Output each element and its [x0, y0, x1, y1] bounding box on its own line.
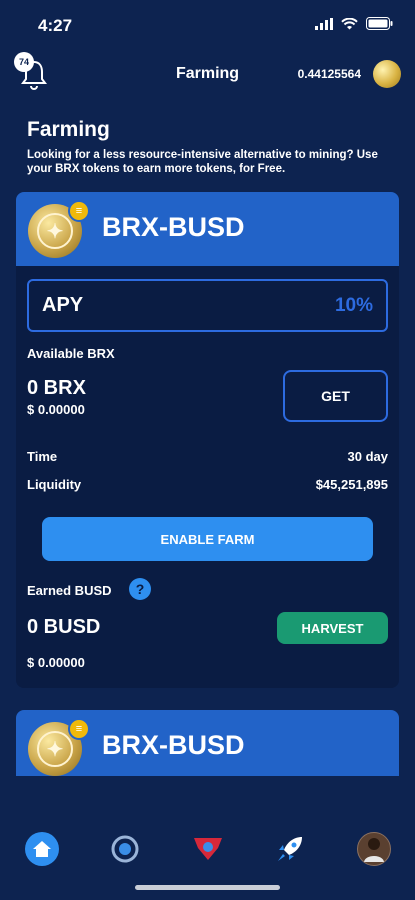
home-glyph-icon	[33, 841, 51, 857]
busd-badge-icon: ≡	[68, 200, 90, 222]
busd-badge-icon: ≡	[68, 718, 90, 740]
farm-card: ✦ ≡ BRX-BUSD	[16, 710, 399, 776]
page-title: Farming	[27, 118, 110, 141]
page-description: Looking for a less resource-intensive al…	[27, 149, 378, 175]
liquidity-value: $45,251,895	[315, 476, 388, 492]
farm-pair-name: BRX-BUSD	[102, 730, 245, 760]
harvest-button[interactable]: HARVEST	[277, 612, 388, 644]
time-label: Time	[27, 448, 58, 464]
hero-badge-icon[interactable]	[191, 832, 225, 866]
shield-glyph-icon	[194, 838, 222, 860]
farm-card: ✦ ≡ BRX-BUSD APY 10% Available BRX 0 BRX…	[16, 192, 399, 688]
signal-icon	[315, 17, 333, 30]
wifi-icon	[341, 17, 358, 29]
available-amount: 0 BRX	[27, 377, 86, 399]
liquidity-row: Liquidity $45,251,895	[16, 470, 399, 498]
status-time: 4:27	[38, 16, 73, 35]
notification-badge: 74	[14, 52, 34, 72]
farm-card-header: ✦ ≡ BRX-BUSD	[16, 192, 399, 266]
brx-emblem-icon: ✦	[37, 213, 73, 249]
profile-avatar[interactable]	[357, 832, 391, 866]
home-indicator	[135, 885, 280, 890]
earned-usd: $ 0.00000	[27, 655, 85, 670]
help-icon[interactable]: ?	[129, 578, 151, 600]
farming-intro: Farming Looking for a less resource-inte…	[27, 118, 397, 176]
earned-label: Earned BUSD	[27, 583, 112, 598]
exchange-icon[interactable]	[108, 832, 142, 866]
exchange-glyph-icon	[111, 835, 139, 863]
brx-emblem-icon: ✦	[37, 731, 73, 767]
farm-card-header: ✦ ≡ BRX-BUSD	[16, 710, 399, 776]
home-icon[interactable]	[25, 832, 59, 866]
available-label: Available BRX	[27, 346, 115, 361]
earned-amount: 0 BUSD	[27, 616, 101, 638]
bottom-nav	[0, 820, 415, 880]
earned-section: Earned BUSD ? 0 BUSD $ 0.00000 HARVEST	[16, 561, 399, 681]
available-section: Available BRX 0 BRX $ 0.00000 GET	[16, 332, 399, 442]
get-button[interactable]: GET	[283, 370, 388, 422]
avatar-glyph-icon	[364, 838, 384, 862]
token-balance: 0.44125564	[297, 67, 361, 81]
apy-box: APY 10%	[27, 279, 388, 332]
rocket-icon[interactable]	[273, 832, 307, 866]
top-header: Farming 0.44125564	[0, 50, 415, 100]
battery-icon	[366, 17, 393, 30]
apy-label: APY	[42, 294, 84, 316]
enable-farm-button[interactable]: ENABLE FARM	[42, 517, 373, 561]
status-icons	[315, 17, 393, 30]
apy-value: 10%	[334, 294, 373, 316]
rocket-glyph-icon	[278, 837, 302, 861]
available-usd: $ 0.00000	[27, 402, 85, 417]
farm-pair-name: BRX-BUSD	[102, 212, 245, 242]
brx-coin-icon	[373, 60, 401, 88]
time-row: Time 30 day	[16, 442, 399, 470]
time-value: 30 day	[347, 448, 388, 464]
status-bar: 4:27	[0, 0, 415, 50]
liquidity-label: Liquidity	[27, 476, 82, 492]
